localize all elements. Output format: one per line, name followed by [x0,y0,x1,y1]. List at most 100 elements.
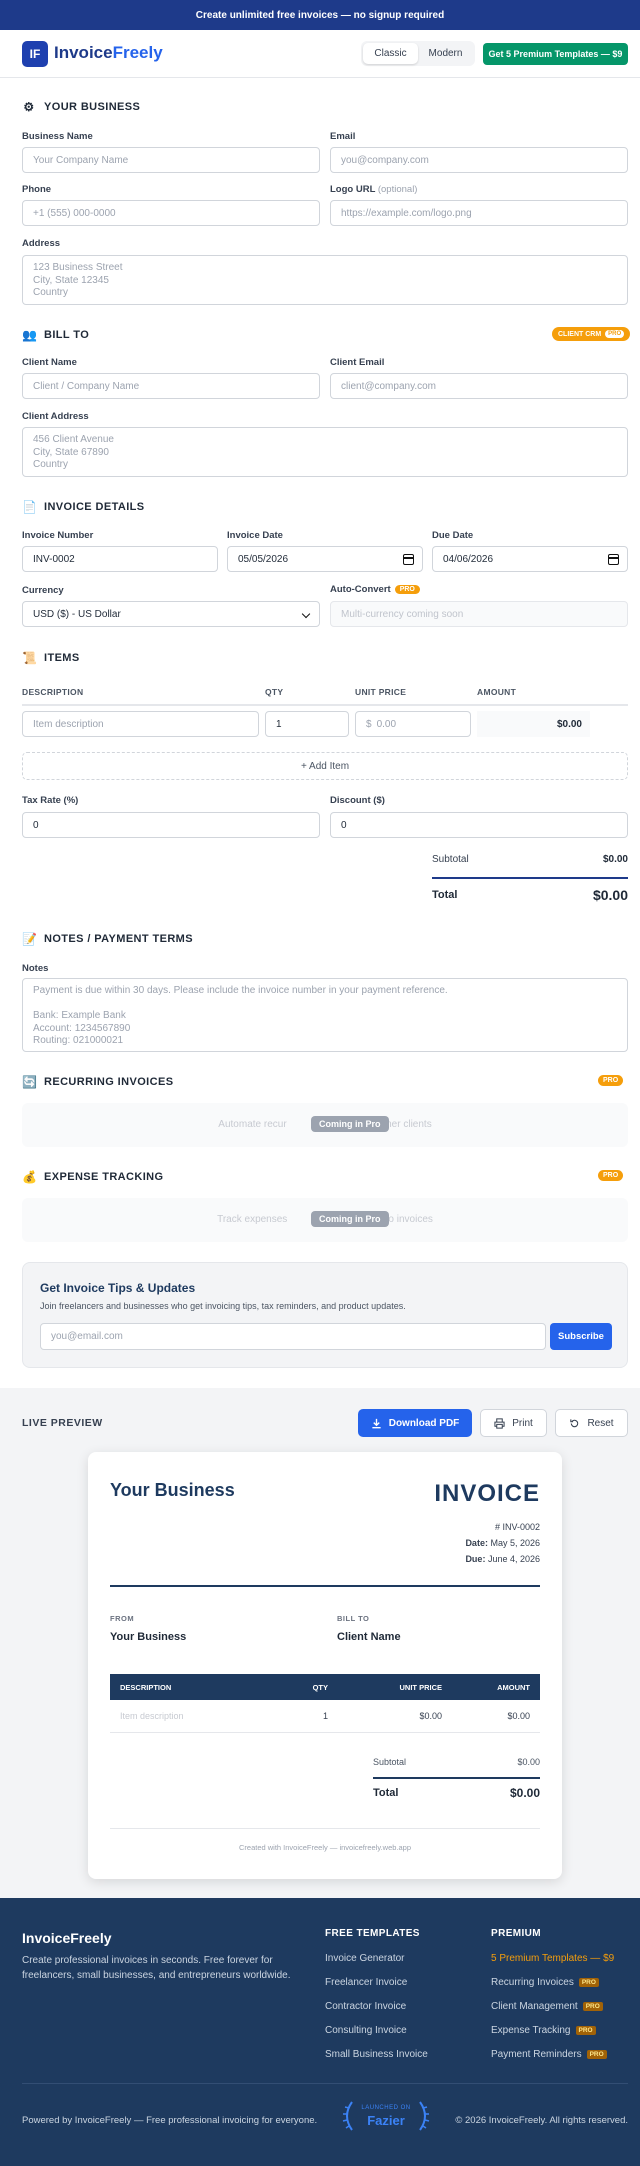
calendar-icon[interactable] [403,554,414,565]
footer-link-premium-templates[interactable]: 5 Premium Templates — $9 [491,1953,614,1964]
pro-badge: PRO [394,585,420,594]
memo-icon: 📝 [22,932,38,946]
footer-link-contractor-invoice[interactable]: Contractor Invoice [325,2001,406,2012]
chevron-down-icon [301,609,311,619]
preview-invoice-heading: INVOICE [434,1480,540,1507]
logo-badge[interactable]: IF [22,41,48,67]
preview-item-price: $0.00 [419,1711,442,1721]
footer-link-invoice-generator[interactable]: Invoice Generator [325,1953,405,1964]
expense-section-title: 💰 EXPENSE TRACKING [22,1170,164,1184]
preview-billto-name: Client Name [337,1631,401,1643]
phone-label: Phone [22,184,52,195]
style-classic-tab[interactable]: Classic [363,43,418,64]
preview-item-qty: 1 [322,1711,328,1721]
total-value: $0.00 [592,887,628,903]
calendar-icon[interactable] [608,554,619,565]
autoconvert-label: Auto-Convert PRO [330,584,420,595]
preview-business-name: Your Business [110,1480,235,1500]
newsletter-box: Get Invoice Tips & Updates Join freelanc… [22,1262,628,1368]
expense-pro-badge: PRO [598,1170,624,1181]
preview-from-label: FROM [110,1614,135,1623]
footer-link-payment-reminders[interactable]: Payment Reminders PRO [491,2049,607,2060]
fazier-badge[interactable]: LAUNCHED ON Fazier [340,2096,432,2136]
footer-tagline: Create professional invoices in seconds.… [22,1955,291,1981]
footer-link-recurring-invoices[interactable]: Recurring Invoices PRO [491,1977,599,1988]
recurring-pro-badge: PRO [598,1075,624,1086]
preview-th-description: DESCRIPTION [120,1683,172,1692]
logo-url-input[interactable]: https://example.com/logo.png [330,200,628,226]
notes-label: Notes [22,963,49,974]
premium-templates-button[interactable]: Get 5 Premium Templates — $9 [483,43,628,65]
business-name-input[interactable]: Your Company Name [22,147,320,173]
subscribe-button[interactable]: Subscribe [550,1323,612,1350]
subtotal-value: $0.00 [602,854,628,865]
invoice-preview-card: Your Business INVOICE # INV-0002 Date: M… [88,1452,562,1879]
autoconvert-input: Multi-currency coming soon [330,601,628,627]
currency-label: Currency [22,585,64,596]
footer-link-consulting-invoice[interactable]: Consulting Invoice [325,2025,407,2036]
download-pdf-button[interactable]: Download PDF [358,1409,472,1437]
repeat-icon: 🔄 [22,1075,38,1089]
print-button[interactable]: Print [480,1409,547,1437]
total-label: Total [432,889,458,901]
item-qty-input[interactable]: 1 [265,711,349,737]
preview-subtotal-value: $0.00 [517,1757,540,1767]
due-date-input[interactable]: 04/06/2026 [432,546,628,572]
invoice-number-input[interactable]: INV-0002 [22,546,218,572]
newsletter-email-input[interactable]: you@email.com [40,1323,546,1350]
reset-button[interactable]: Reset [555,1409,628,1437]
subtotal-label: Subtotal [432,854,469,865]
printer-icon [494,1417,505,1429]
footer-copyright: © 2026 InvoiceFreely. All rights reserve… [455,2115,628,2126]
newsletter-text: Join freelancers and businesses who get … [40,1301,406,1311]
preview-total-label: Total [373,1787,399,1799]
preview-item-amount: $0.00 [507,1711,530,1721]
phone-input[interactable]: +1 (555) 000-0000 [22,200,320,226]
item-description-input[interactable]: Item description [22,711,259,737]
recurring-coming-soon: Automate recur retainer clients Coming in… [22,1103,628,1147]
preview-total-value: $0.00 [509,1786,540,1800]
template-style-toggle: Classic Modern [361,41,475,66]
details-section-title: 📄 INVOICE DETAILS [22,500,145,514]
preview-due: Due: June 4, 2026 [465,1554,540,1564]
business-name-label: Business Name [22,131,93,142]
email-input[interactable]: you@company.com [330,147,628,173]
billto-section-title: 👥 BILL TO [22,328,90,342]
preview-credit: Created with InvoiceFreely — invoicefree… [238,1843,412,1852]
currency-select[interactable]: USD ($) - US Dollar [22,601,320,627]
email-label: Email [330,131,356,142]
client-email-input[interactable]: client@company.com [330,373,628,399]
invoice-date-input[interactable]: 05/05/2026 [227,546,423,572]
item-price-input[interactable]: $0.00 [355,711,471,737]
top-banner: Create unlimited free invoices — no sign… [0,0,640,30]
total-divider [432,877,628,879]
coming-in-pro-badge: Coming in Pro [311,1211,389,1227]
notes-textarea[interactable]: Payment is due within 30 days. Please in… [22,978,628,1052]
client-crm-badge[interactable]: CLIENT CRM PRO [552,327,631,341]
footer-link-expense-tracking[interactable]: Expense Tracking PRO [491,2025,596,2036]
items-section-title: 📜 ITEMS [22,651,80,665]
logo-text[interactable]: InvoiceFreely [54,43,163,63]
premium-heading: PREMIUM [491,1928,542,1939]
footer-link-freelancer-invoice[interactable]: Freelancer Invoice [325,1977,407,1988]
add-item-button[interactable]: + Add Item [22,752,628,780]
due-date-label: Due Date [432,530,474,541]
style-modern-tab[interactable]: Modern [418,43,473,64]
footer-link-small-business-invoice[interactable]: Small Business Invoice [325,2049,428,2060]
tax-rate-label: Tax Rate (%) [22,795,79,806]
document-icon: 📄 [22,500,38,514]
preview-subtotal-label: Subtotal [373,1757,407,1767]
business-section-title: ⚙ YOUR BUSINESS [23,100,141,114]
free-templates-heading: FREE TEMPLATES [325,1928,420,1939]
address-textarea[interactable]: 123 Business Street City, State 12345 Co… [22,255,628,305]
client-name-input[interactable]: Client / Company Name [22,373,320,399]
client-address-textarea[interactable]: 456 Client Avenue City, State 67890 Coun… [22,427,628,477]
preview-total-divider [373,1777,540,1779]
preview-footer-divider [110,1828,540,1829]
footer-link-client-management[interactable]: Client Management PRO [491,2001,603,2012]
discount-input[interactable]: 0 [330,812,628,838]
coming-in-pro-badge: Coming in Pro [311,1116,389,1132]
footer-powered-by: Powered by InvoiceFreely — Free professi… [22,2115,318,2126]
tax-rate-input[interactable]: 0 [22,812,320,838]
reset-icon [570,1418,579,1427]
